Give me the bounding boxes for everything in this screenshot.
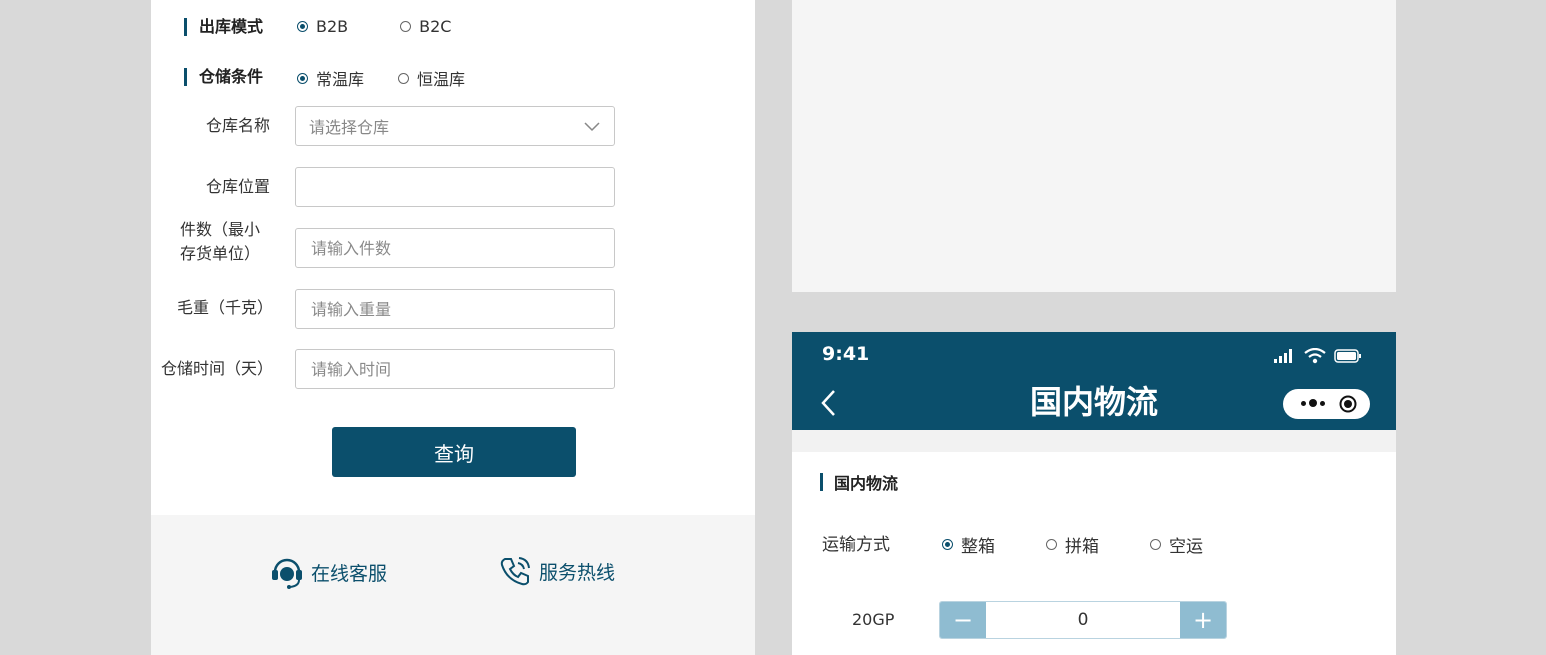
section-bar (184, 18, 187, 36)
online-service-label: 在线客服 (311, 562, 388, 585)
contact-footer: 在线客服 服务热线 (151, 515, 755, 655)
online-service-link[interactable]: 在线客服 (269, 554, 387, 590)
storage-condition-radio-group: 常温库 恒温库 (297, 66, 517, 90)
stepper-plus-button[interactable]: + (1180, 602, 1226, 638)
radio-unchecked-icon (1046, 539, 1057, 550)
radio-lcl-label: 拼箱 (1065, 537, 1099, 557)
chevron-down-icon (584, 122, 600, 132)
radio-unchecked-icon (398, 72, 410, 84)
radio-normal-temp[interactable]: 常温库 (297, 66, 364, 90)
container-20gp-label: 20GP (852, 610, 895, 629)
mobile-form: 国内物流 运输方式 整箱 拼箱 空运 20GP − 0 + (792, 452, 1396, 655)
radio-b2c[interactable]: B2C (400, 17, 451, 36)
warehouse-location-field[interactable] (295, 167, 615, 207)
signal-icon (1274, 349, 1292, 363)
transport-label: 运输方式 (822, 535, 890, 555)
target-icon[interactable] (1339, 395, 1357, 413)
warehouse-name-label: 仓库名称 (205, 116, 270, 135)
radio-checked-icon (297, 72, 308, 84)
quantity-stepper: − 0 + (939, 601, 1227, 639)
gross-weight-field[interactable] (295, 289, 615, 329)
radio-air[interactable]: 空运 (1150, 532, 1203, 557)
mini-program-capsule (1283, 389, 1370, 419)
storage-condition-label: 仓储条件 (199, 67, 264, 86)
storage-time-label: 仓储时间（天） (160, 359, 273, 378)
mobile-screen: 9:41 国内物流 国内物流 运输方式 整箱 拼箱 空运 20GP − 0 + (792, 332, 1396, 655)
service-hotline-link[interactable]: 服务热线 (499, 554, 615, 588)
outbound-mode-radio-group: B2B B2C (297, 17, 503, 36)
radio-unchecked-icon (1150, 539, 1161, 550)
more-dots-icon[interactable] (1301, 399, 1328, 407)
quantity-label: 件数（最小 存货单位） (180, 218, 270, 266)
quantity-input[interactable] (309, 237, 603, 259)
stepper-value[interactable]: 0 (986, 602, 1180, 638)
radio-air-label: 空运 (1169, 537, 1203, 557)
mobile-header: 9:41 国内物流 (792, 332, 1396, 430)
radio-checked-icon (297, 21, 308, 32)
radio-checked-icon (942, 539, 953, 550)
radio-unchecked-icon (400, 21, 412, 32)
section-bar (820, 473, 823, 491)
service-hotline-label: 服务热线 (539, 561, 616, 584)
headset-icon (272, 558, 302, 589)
warehouse-select-placeholder: 请选择仓库 (309, 118, 390, 137)
blank-preview-panel (792, 0, 1396, 292)
status-time: 9:41 (822, 343, 870, 365)
wifi-icon (1304, 348, 1326, 364)
quantity-field[interactable] (295, 228, 615, 268)
battery-icon (1334, 349, 1361, 363)
query-button[interactable]: 查询 (332, 427, 576, 477)
warehouse-location-input[interactable] (309, 176, 603, 198)
quantity-label-line1: 件数（最小 (180, 220, 261, 239)
outbound-mode-label: 出库模式 (199, 17, 264, 36)
phone-icon (500, 557, 530, 586)
radio-full-container[interactable]: 整箱 (942, 532, 995, 557)
storage-time-input[interactable] (309, 358, 603, 380)
section-title: 国内物流 (834, 474, 899, 493)
transport-radio-group: 整箱 拼箱 空运 (942, 532, 1254, 557)
radio-normal-temp-label: 常温库 (316, 70, 365, 89)
warehouse-select[interactable]: 请选择仓库 (295, 106, 615, 146)
radio-constant-temp-label: 恒温库 (417, 70, 466, 89)
status-icons (1266, 348, 1362, 364)
radio-b2b-label: B2B (316, 17, 349, 36)
warehouse-location-label: 仓库位置 (205, 177, 270, 196)
storage-time-field[interactable] (295, 349, 615, 389)
section-bar (184, 68, 187, 86)
quantity-label-line2: 存货单位） (180, 244, 261, 263)
radio-lcl[interactable]: 拼箱 (1046, 532, 1099, 557)
radio-b2c-label: B2C (419, 17, 452, 36)
radio-b2b[interactable]: B2B (297, 17, 348, 36)
radio-constant-temp[interactable]: 恒温库 (398, 66, 465, 90)
gross-weight-input[interactable] (309, 298, 603, 320)
gross-weight-label: 毛重（千克） (176, 298, 273, 317)
stepper-minus-button[interactable]: − (940, 602, 986, 638)
query-form-panel: 出库模式 B2B B2C 仓储条件 常温库 恒温库 仓库名称 请选择仓库 仓库位… (151, 0, 755, 655)
radio-full-container-label: 整箱 (961, 537, 995, 557)
